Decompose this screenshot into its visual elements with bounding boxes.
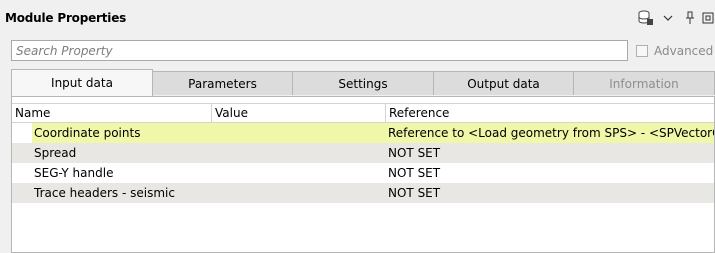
row-name: SEG-Y handle [34, 166, 114, 180]
column-header-value[interactable]: Value [212, 104, 386, 122]
pin-icon[interactable] [679, 7, 701, 29]
table-header: Name Value Reference [12, 103, 714, 123]
database-lock-icon[interactable] [635, 7, 657, 29]
table-row[interactable]: Coordinate points Reference to <Load geo… [12, 123, 714, 143]
tab-parameters[interactable]: Parameters [152, 71, 293, 95]
tab-information[interactable]: Information [573, 71, 715, 95]
window-title: Module Properties [5, 11, 127, 25]
tab-output-data[interactable]: Output data [433, 71, 574, 95]
row-reference[interactable]: NOT SET [388, 143, 714, 163]
tab-input-data[interactable]: Input data [11, 69, 153, 96]
table-row[interactable]: SEG-Y handle NOT SET [12, 163, 714, 183]
row-reference[interactable]: Reference to <Load geometry from SPS> - … [388, 123, 714, 143]
table-row[interactable]: Trace headers - seismic NOT SET [12, 183, 714, 203]
column-header-name[interactable]: Name [12, 104, 212, 122]
properties-table: Name Value Reference Coordinate points R… [11, 96, 715, 253]
column-header-reference[interactable]: Reference [386, 104, 714, 122]
float-window-icon[interactable] [701, 7, 715, 29]
row-reference[interactable]: NOT SET [388, 163, 714, 183]
advanced-checkbox[interactable]: Advanced [636, 44, 713, 58]
advanced-label: Advanced [654, 44, 714, 58]
search-input[interactable] [11, 40, 628, 61]
row-name: Coordinate points [34, 126, 141, 140]
row-value[interactable] [215, 163, 386, 183]
row-value[interactable] [215, 123, 386, 143]
row-name: Spread [34, 146, 77, 160]
checkbox-box[interactable] [636, 45, 648, 57]
row-value[interactable] [215, 183, 386, 203]
title-bar: Module Properties [0, 0, 715, 36]
row-reference[interactable]: NOT SET [388, 183, 714, 203]
row-name: Trace headers - seismic [34, 186, 175, 200]
chevron-down-icon[interactable] [657, 7, 679, 29]
table-row[interactable]: Spread NOT SET [12, 143, 714, 163]
row-value[interactable] [215, 143, 386, 163]
tab-settings[interactable]: Settings [292, 71, 434, 95]
